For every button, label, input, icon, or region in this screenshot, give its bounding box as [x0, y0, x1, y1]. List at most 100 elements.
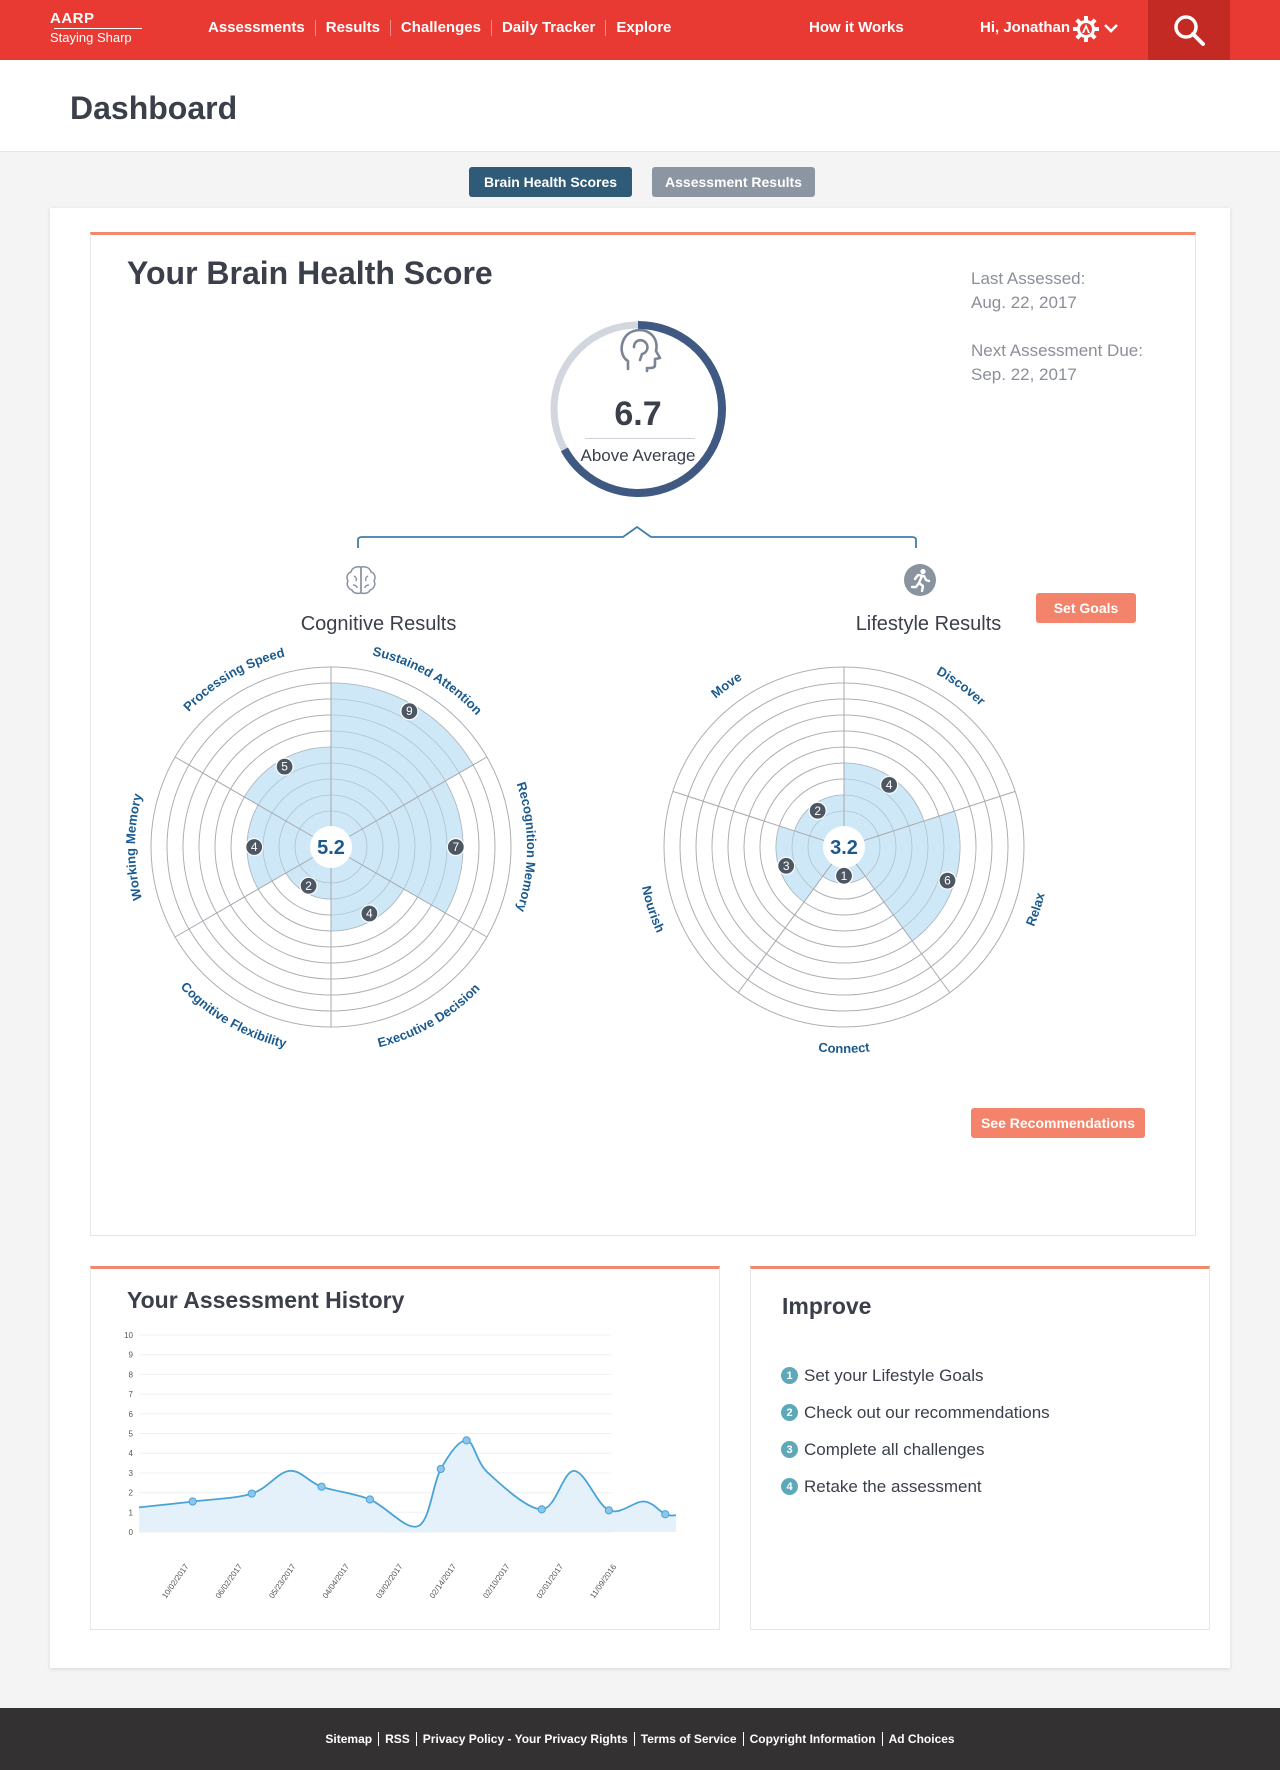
y-tick-label: 7 — [129, 1390, 134, 1399]
y-tick-label: 6 — [129, 1410, 134, 1419]
last-assessed-label: Last Assessed: — [971, 269, 1086, 288]
y-tick-label: 9 — [129, 1351, 134, 1360]
radar-spoke — [737, 862, 833, 993]
history-point[interactable] — [537, 1505, 546, 1514]
x-tick-label: 02/14/2017 — [428, 1562, 459, 1600]
svg-text:2: 2 — [305, 879, 312, 893]
logo-brand: AARP — [50, 10, 95, 27]
y-tick-label: 5 — [129, 1430, 134, 1439]
history-area-fill — [139, 1440, 676, 1532]
history-point[interactable] — [365, 1495, 375, 1504]
history-point[interactable] — [247, 1489, 256, 1498]
history-point[interactable] — [661, 1510, 670, 1519]
nav-assessments[interactable]: Assessments — [198, 20, 316, 36]
x-tick-label: 02/10/2017 — [481, 1562, 512, 1600]
nav-explore[interactable]: Explore — [606, 20, 681, 36]
logo-underline — [54, 28, 142, 29]
history-point[interactable] — [604, 1506, 613, 1515]
improve-panel: Improve 1 Set your Lifestyle Goals 2 Check… — [750, 1266, 1210, 1630]
page-title-bar: Dashboard — [0, 60, 1280, 152]
step-number-badge: 4 — [781, 1478, 798, 1495]
brain-health-title: Your Brain Health Score — [127, 255, 493, 291]
radar-value-badge: 9 — [400, 702, 419, 721]
radar-value-badge: 4 — [880, 775, 899, 794]
radar-axis-label: Working Memory — [123, 791, 145, 902]
x-tick-label: 05/23/2017 — [267, 1562, 298, 1600]
brain-health-score-label: Above Average — [580, 446, 696, 465]
improve-item[interactable]: 1 Set your Lifestyle Goals — [781, 1357, 1050, 1394]
nav-results[interactable]: Results — [316, 20, 391, 36]
radar-axis-label: Connect — [818, 1039, 871, 1056]
svg-text:4: 4 — [251, 840, 258, 854]
radar-axis-label: Discover — [934, 663, 988, 708]
results-bracket — [357, 525, 917, 548]
next-assessment-label: Next Assessment Due: — [971, 341, 1143, 360]
gauge-divider — [585, 438, 695, 439]
svg-text:7: 7 — [452, 840, 459, 854]
history-point[interactable] — [436, 1464, 445, 1474]
user-greeting[interactable]: Hi, Jonathan — [980, 19, 1070, 36]
footer-link-ad-choices[interactable]: Ad Choices — [883, 1732, 961, 1746]
x-tick-label: 06/02/2017 — [214, 1562, 245, 1600]
brain-health-score-value: 6.7 — [614, 395, 662, 433]
y-tick-label: 2 — [129, 1489, 134, 1498]
svg-text:4: 4 — [366, 907, 373, 921]
svg-text:6: 6 — [944, 874, 951, 888]
search-button[interactable] — [1148, 0, 1230, 60]
brain-health-panel: Your Brain Health Score Last Assessed: A… — [90, 232, 1196, 1236]
footer-link-privacy[interactable]: Privacy Policy - Your Privacy Rights — [417, 1732, 635, 1746]
history-point[interactable] — [317, 1482, 326, 1491]
radar-axis-label: Cognitive Flexibility — [178, 979, 289, 1051]
svg-text:5: 5 — [281, 760, 288, 774]
how-it-works-link[interactable]: How it Works — [809, 19, 904, 36]
footer-link-sitemap[interactable]: Sitemap — [319, 1732, 380, 1746]
radar-value-badge: 5 — [275, 757, 294, 776]
gear-icon[interactable] — [1072, 15, 1100, 43]
dashboard-card: Your Brain Health Score Last Assessed: A… — [50, 208, 1230, 1668]
see-recommendations-button[interactable]: See Recommendations — [971, 1108, 1145, 1138]
radar-value-badge: 4 — [245, 837, 264, 857]
footer-link-terms[interactable]: Terms of Service — [635, 1732, 744, 1746]
radar-value-badge: 2 — [299, 876, 318, 895]
footer-link-rss[interactable]: RSS — [379, 1732, 417, 1746]
page-title: Dashboard — [70, 90, 238, 126]
radar-axis-label: Processing Speed — [180, 645, 286, 714]
y-tick-label: 0 — [129, 1528, 134, 1537]
svg-text:9: 9 — [406, 704, 413, 718]
radar-value-badge: 4 — [360, 904, 379, 923]
nav-challenges[interactable]: Challenges — [391, 20, 492, 36]
improve-item[interactable]: 2 Check out our recommendations — [781, 1394, 1050, 1431]
improve-item-label: Check out our recommendations — [804, 1402, 1050, 1422]
x-tick-label: 11/09/2016 — [588, 1562, 618, 1600]
top-navigation-bar: AARP Staying Sharp Assessments Results C… — [0, 0, 1280, 60]
tab-assessment-results[interactable]: Assessment Results — [652, 167, 815, 197]
radar-axis-label: Move — [708, 669, 744, 701]
svg-text:3: 3 — [783, 859, 790, 873]
next-assessment-date: Sep. 22, 2017 — [971, 365, 1077, 384]
improve-item[interactable]: 4 Retake the assessment — [781, 1468, 1050, 1505]
radar-axis-label: Nourish — [639, 884, 668, 935]
history-point[interactable] — [462, 1436, 471, 1445]
radar-value-badge: 1 — [834, 866, 854, 885]
running-person-icon — [904, 564, 936, 596]
improve-title: Improve — [782, 1293, 872, 1319]
footer-link-copyright[interactable]: Copyright Information — [744, 1732, 883, 1746]
assessment-history-chart: 0 1 2 3 4 5 6 7 8 9 10 10/02/2017 06/02/2017 05/23/20… — [124, 1331, 677, 1600]
x-tick-label: 10/02/2017 — [160, 1562, 191, 1600]
search-icon — [1174, 15, 1205, 46]
tab-brain-health-scores[interactable]: Brain Health Scores — [469, 167, 632, 197]
radar-axis-label: Relax — [1023, 890, 1048, 928]
chevron-down-icon[interactable] — [1103, 20, 1119, 36]
lifestyle-radar-chart: 3.2 4 Discover 6 Relax 1 Connect 3 Nourish 2 Move — [639, 663, 1048, 1056]
x-tick-label: 04/04/2017 — [321, 1562, 352, 1600]
nav-daily-tracker[interactable]: Daily Tracker — [492, 20, 607, 36]
step-number-badge: 1 — [781, 1367, 798, 1384]
improve-item-label: Retake the assessment — [804, 1476, 982, 1496]
improve-item[interactable]: 3 Complete all challenges — [781, 1431, 1050, 1468]
history-point[interactable] — [188, 1497, 197, 1506]
aarp-logo[interactable]: AARP Staying Sharp — [50, 10, 142, 45]
improve-item-label: Complete all challenges — [804, 1439, 985, 1459]
y-tick-label: 8 — [129, 1370, 134, 1379]
y-tick-label: 4 — [129, 1449, 134, 1458]
set-goals-button[interactable]: Set Goals — [1036, 593, 1136, 623]
